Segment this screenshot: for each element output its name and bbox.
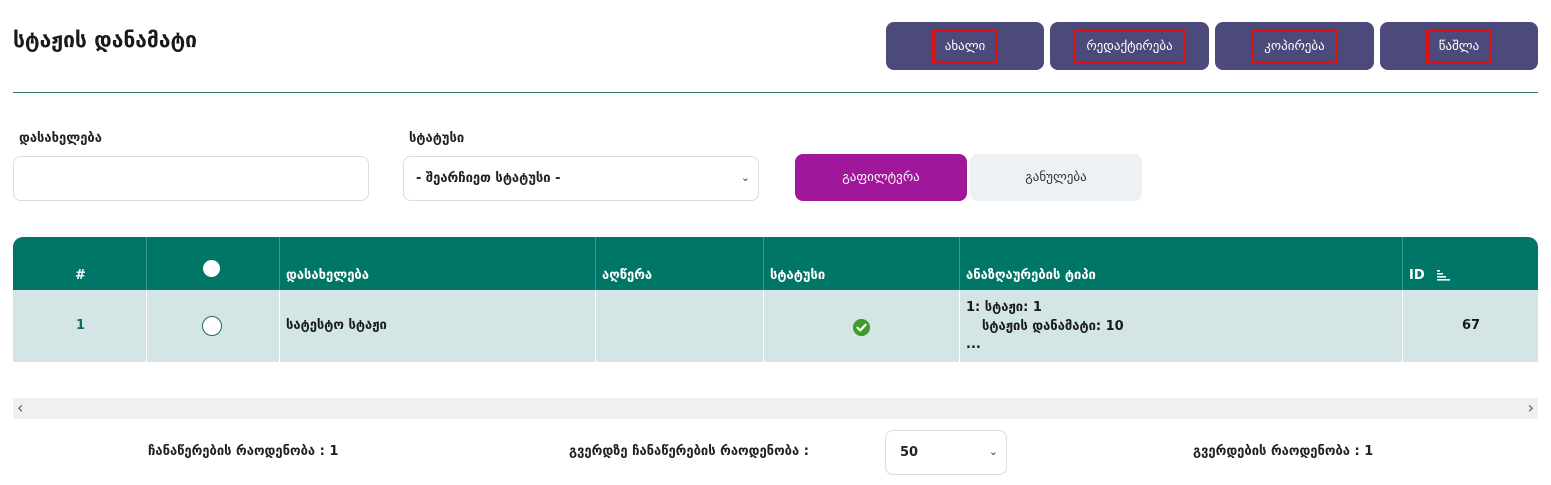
header-name-label: დასახელება [286,268,369,283]
header-number-label: # [75,268,86,283]
header-status-label: სტატუსი [770,268,826,283]
pages-count: გვერდების რაოდენობა : 1 [1193,444,1374,459]
per-page-select[interactable]: 50 ⌄ [885,430,1007,475]
status-filter-selected: - შეარჩიეთ სტატუსი - [416,171,561,186]
row-cell-id: 67 [1403,290,1538,362]
header-cell-name[interactable]: დასახელება [280,237,596,290]
header-cell-select[interactable] [147,237,280,290]
copy-button[interactable]: კოპირება [1215,22,1374,70]
row-cell-select [147,290,280,362]
row-cell-status [764,290,960,362]
status-active-check-icon [853,319,870,336]
edit-button-label: რედაქტირება [1073,28,1186,64]
row-number: 1 [76,318,86,333]
row-payment-line-2: სტაჟის დანამატი: 10 [982,319,1124,334]
row-payment-line-3: ... [966,337,981,352]
records-count: ჩანაწერების რაოდენობა : 1 [148,444,339,459]
page-title: სტაჟის დანამატი [13,28,197,52]
chevron-down-icon: ⌄ [740,171,750,184]
row-cell-name: სატესტო სტაჟი [280,290,596,362]
row-id: 67 [1462,318,1481,333]
name-filter-label: დასახელება [19,131,102,146]
header-cell-number[interactable]: # [13,237,147,290]
name-filter-input[interactable] [13,156,369,201]
chevron-down-icon: ⌄ [988,445,998,458]
per-page-selected: 50 [900,445,919,460]
status-filter-select[interactable]: - შეარჩიეთ სტატუსი - ⌄ [403,156,759,201]
reset-button[interactable]: განულება [970,154,1142,201]
status-filter-label: სტატუსი [409,131,465,146]
row-name: სატესტო სტაჟი [286,318,387,333]
header-description-label: აღწერა [602,268,653,283]
new-button-label: ახალი [931,28,999,64]
data-grid: # დასახელება აღწერა სტატუსი ანაზღაურების… [13,237,1538,362]
header-payment-type-label: ანაზღაურების ტიპი [966,268,1096,283]
header-cell-description[interactable]: აღწერა [596,237,764,290]
header-cell-id[interactable]: ID [1403,237,1538,290]
row-cell-number: 1 [13,290,147,362]
delete-button[interactable]: წაშლა [1380,22,1538,70]
header-cell-status[interactable]: სტატუსი [764,237,960,290]
row-cell-description [596,290,764,362]
row-select-radio[interactable] [202,316,222,336]
header-cell-payment-type[interactable]: ანაზღაურების ტიპი [960,237,1403,290]
table-row[interactable]: 1 სატესტო სტაჟი 1: სტაჟი: 1 სტაჟის დანამ… [13,290,1538,362]
new-button[interactable]: ახალი [886,22,1044,70]
sort-ascending-icon[interactable] [1437,270,1451,282]
scroll-left-icon[interactable]: ‹ [17,399,23,417]
horizontal-scrollbar[interactable]: ‹ › [13,398,1538,419]
row-payment-line-1: 1: სტაჟი: 1 [966,300,1042,315]
filter-button[interactable]: გაფილტვრა [795,154,967,201]
select-all-radio[interactable] [203,260,220,277]
delete-button-label: წაშლა [1425,28,1493,64]
scroll-right-icon[interactable]: › [1528,399,1534,417]
grid-header: # დასახელება აღწერა სტატუსი ანაზღაურების… [13,237,1538,290]
edit-button[interactable]: რედაქტირება [1050,22,1209,70]
header-id-label: ID [1409,268,1425,283]
copy-button-label: კოპირება [1251,28,1338,64]
row-cell-payment-type: 1: სტაჟი: 1 სტაჟის დანამატი: 10 ... [960,290,1403,362]
header-divider [13,92,1538,93]
per-page-label: გვერდზე ჩანაწერების რაოდენობა : [569,444,809,459]
